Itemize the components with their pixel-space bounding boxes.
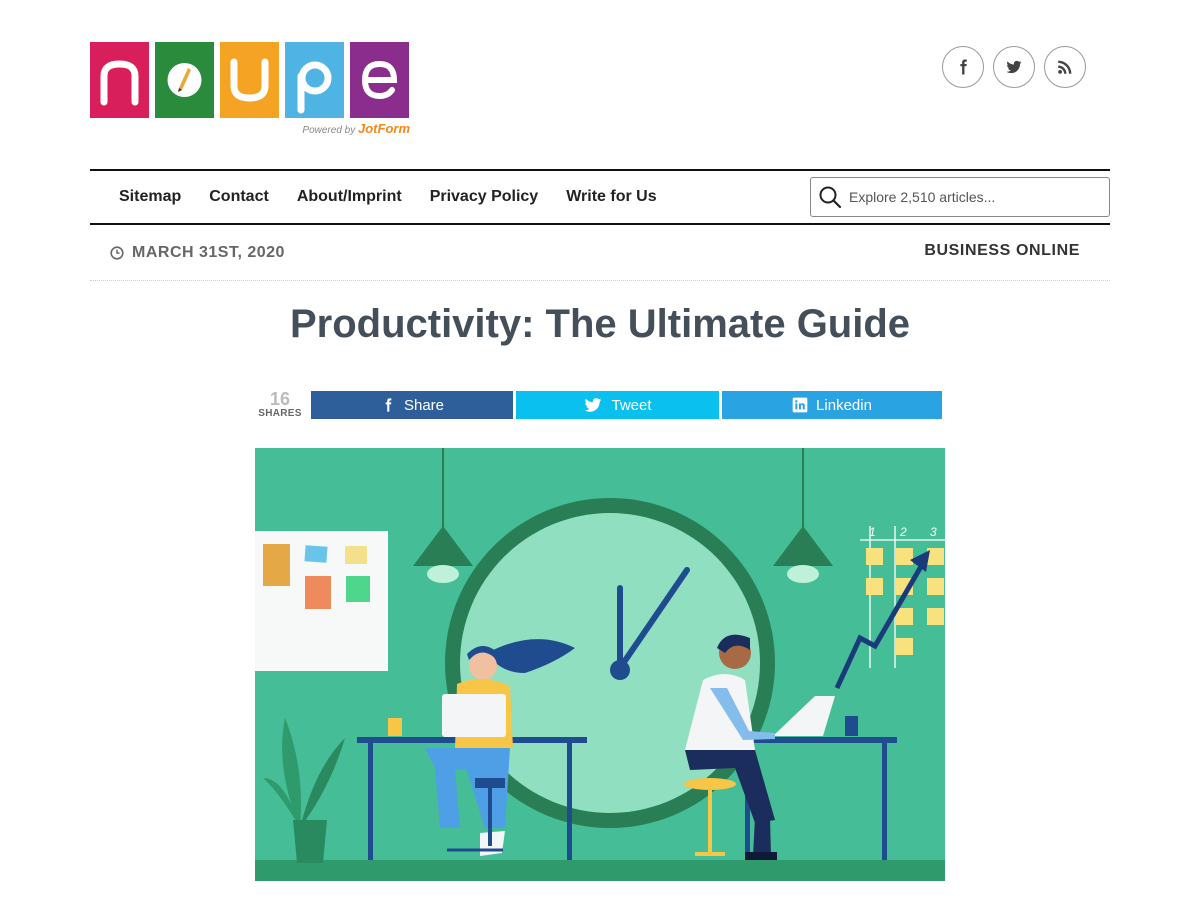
logo-tile-u	[220, 42, 279, 118]
logo-tile-n	[90, 42, 149, 118]
rss-icon	[1058, 60, 1072, 74]
twitter-icon	[585, 398, 602, 412]
social-links	[942, 46, 1086, 88]
twitter-share-button[interactable]: Tweet	[516, 391, 719, 419]
logo-tile-o	[155, 42, 214, 118]
nav-link-sitemap[interactable]: Sitemap	[119, 188, 181, 206]
article-hero-image: 1 2 3	[255, 448, 945, 881]
article-title: Productivity: The Ultimate Guide	[289, 302, 911, 346]
facebook-share-label: Share	[403, 396, 445, 414]
nav-link-privacy[interactable]: Privacy Policy	[430, 188, 539, 206]
nav-link-write-for-us[interactable]: Write for Us	[566, 188, 656, 206]
publish-date-text: MARCH 31ST, 2020	[132, 244, 285, 261]
nav-link-contact[interactable]: Contact	[209, 188, 269, 206]
linkedin-share-button[interactable]: Linkedin	[722, 391, 942, 419]
linkedin-icon	[792, 397, 808, 413]
publish-date: MARCH 31ST, 2020	[110, 244, 285, 262]
facebook-icon	[960, 59, 967, 75]
chart-col-2-label: 2	[899, 525, 907, 539]
main-nav: Sitemap Contact About/Imprint Privacy Po…	[90, 169, 1110, 225]
article-meta: MARCH 31ST, 2020 BUSINESS ONLINE	[90, 225, 1110, 281]
productivity-illustration: 1 2 3	[255, 448, 945, 881]
twitter-share-label: Tweet	[611, 396, 652, 414]
rss-button[interactable]	[1044, 46, 1086, 88]
logo-tile-e	[350, 42, 409, 118]
facebook-share-button[interactable]: Share	[311, 391, 513, 419]
site-logo[interactable]: Powered by JotForm	[90, 42, 410, 137]
nav-link-about[interactable]: About/Imprint	[297, 188, 402, 206]
search-input[interactable]	[849, 189, 1089, 205]
clock-icon	[110, 246, 124, 260]
share-count-label: SHARES	[258, 408, 302, 419]
logo-tile-p	[285, 42, 344, 118]
category-link[interactable]: BUSINESS ONLINE	[924, 242, 1080, 260]
share-count-number: 16	[269, 389, 291, 409]
linkedin-share-label: Linkedin	[816, 396, 872, 414]
powered-by-label: Powered by JotForm	[302, 121, 410, 136]
twitter-icon	[1006, 60, 1022, 74]
facebook-button[interactable]	[942, 46, 984, 88]
chart-col-1-label: 1	[869, 525, 876, 539]
search-box[interactable]	[810, 177, 1110, 217]
share-count: 16 SHARES	[255, 390, 305, 419]
chart-col-3-label: 3	[930, 525, 937, 539]
facebook-icon	[385, 398, 392, 412]
search-icon[interactable]	[817, 184, 843, 210]
twitter-button[interactable]	[993, 46, 1035, 88]
